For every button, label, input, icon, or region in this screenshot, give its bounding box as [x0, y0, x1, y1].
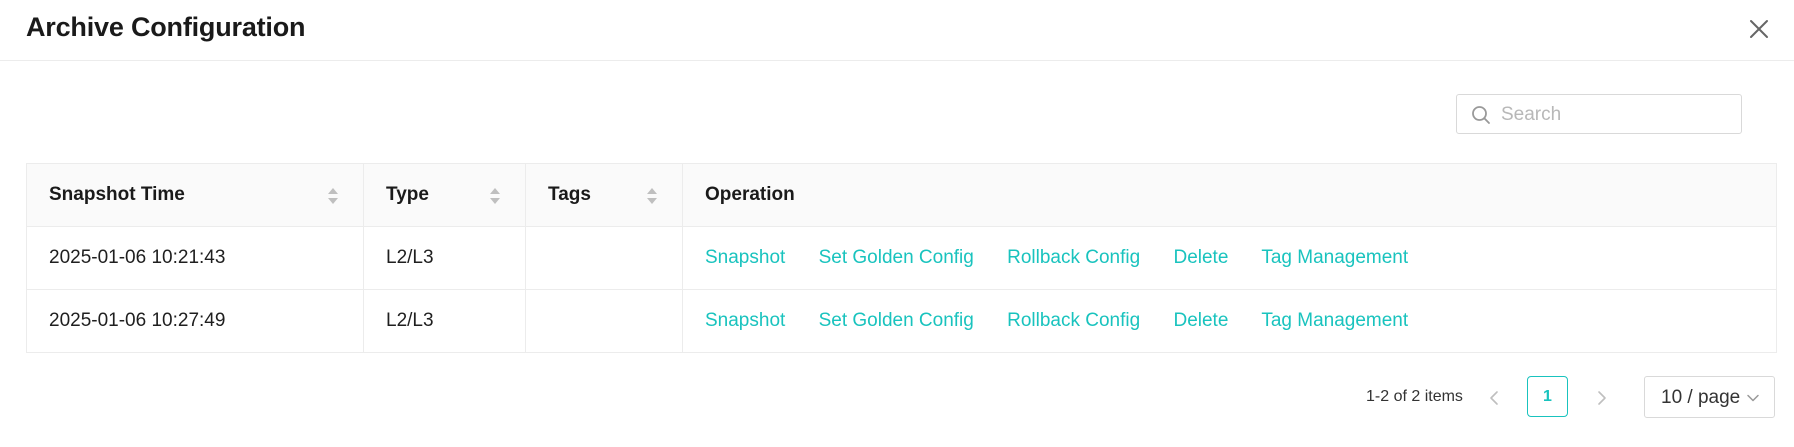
sort-icon[interactable] [646, 185, 658, 207]
cell-type: L2/L3 [363, 289, 526, 353]
page-button-1[interactable]: 1 [1527, 376, 1568, 417]
chevron-down-icon [1747, 394, 1759, 402]
table-row: 2025-01-06 10:21:43 L2/L3 Snapshot Set G… [26, 226, 1777, 290]
rollback-config-link[interactable]: Rollback Config [1007, 247, 1140, 268]
pagination-total: 1-2 of 2 items [1366, 388, 1463, 405]
page-size-label: 10 / page [1661, 387, 1741, 408]
tag-management-link[interactable]: Tag Management [1261, 247, 1408, 268]
search-box[interactable] [1456, 94, 1742, 135]
chevron-right-icon[interactable] [1590, 386, 1614, 410]
page-size-select[interactable]: 10 / page [1644, 376, 1775, 418]
table-header-row: Snapshot Time Type Tags Operation [26, 163, 1777, 227]
chevron-left-icon[interactable] [1482, 386, 1506, 410]
set-golden-config-link[interactable]: Set Golden Config [819, 247, 974, 268]
cell-type: L2/L3 [363, 226, 526, 290]
cell-tags [525, 289, 683, 353]
set-golden-config-link[interactable]: Set Golden Config [819, 310, 974, 331]
tag-management-link[interactable]: Tag Management [1261, 310, 1408, 331]
sort-icon[interactable] [327, 185, 339, 207]
column-type[interactable]: Type [363, 163, 526, 227]
cell-operations: Snapshot Set Golden Config Rollback Conf… [682, 226, 1777, 290]
snapshot-link[interactable]: Snapshot [705, 247, 785, 268]
table-row: 2025-01-06 10:27:49 L2/L3 Snapshot Set G… [26, 289, 1777, 353]
cell-tags [525, 226, 683, 290]
close-icon[interactable] [1746, 16, 1772, 42]
modal-title: Archive Configuration [26, 12, 306, 42]
archive-table: Snapshot Time Type Tags Operation 2025-0… [26, 163, 1777, 353]
sort-icon[interactable] [489, 185, 501, 207]
cell-snapshot-time: 2025-01-06 10:21:43 [26, 226, 364, 290]
delete-link[interactable]: Delete [1173, 247, 1228, 268]
delete-link[interactable]: Delete [1173, 310, 1228, 331]
modal-header: Archive Configuration [0, 0, 1794, 61]
column-operation: Operation [682, 163, 1777, 227]
rollback-config-link[interactable]: Rollback Config [1007, 310, 1140, 331]
column-tags[interactable]: Tags [525, 163, 683, 227]
column-snapshot-time[interactable]: Snapshot Time [26, 163, 364, 227]
cell-operations: Snapshot Set Golden Config Rollback Conf… [682, 289, 1777, 353]
snapshot-link[interactable]: Snapshot [705, 310, 785, 331]
search-icon [1472, 106, 1490, 124]
search-input[interactable] [1499, 95, 1735, 135]
cell-snapshot-time: 2025-01-06 10:27:49 [26, 289, 364, 353]
